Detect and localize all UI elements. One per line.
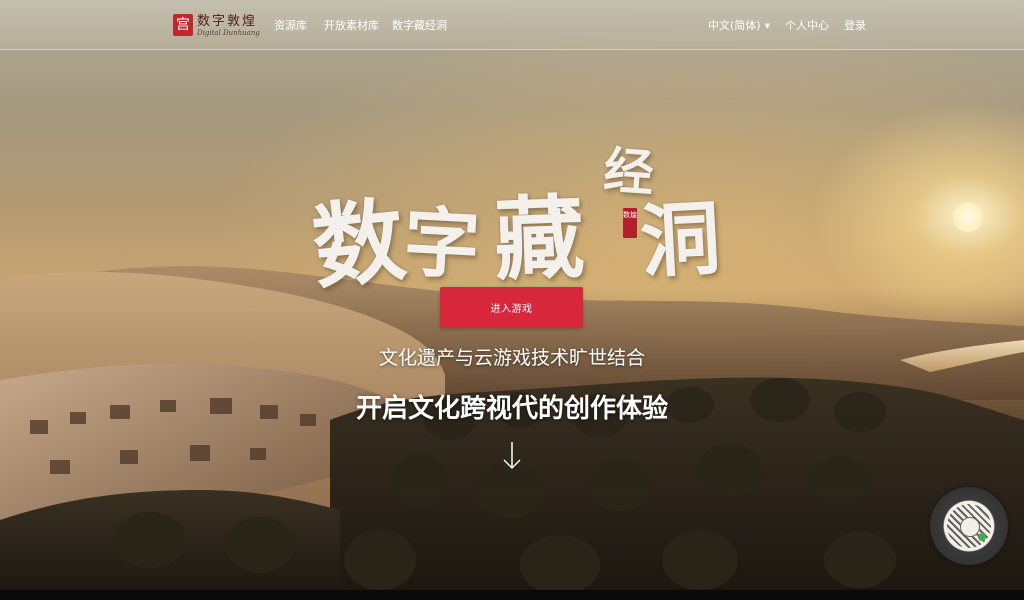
logo-title: 数字敦煌 [197,13,258,29]
calligraphy-char: 洞 [637,190,723,290]
logo-subtitle: Digital Dunhuang [197,28,260,37]
logo-text: 数字敦煌 Digital Dunhuang [197,14,260,37]
qr-code-icon[interactable] [930,487,1008,565]
language-selector[interactable]: 中文(简体) ▼ [708,17,770,33]
nav-link-user-center[interactable]: 个人中心 [785,17,829,33]
qr-center [960,517,980,537]
top-navbar: 宫 数字敦煌 Digital Dunhuang 资源库 开放素材库 数字藏经洞 … [0,0,1024,50]
logo-seal-icon: 宫 [173,14,193,36]
hero-subtitle: 文化遗产与云游戏技术旷世结合 [378,347,645,369]
enter-game-button[interactable]: 进入游戏 [440,287,583,328]
wechat-dot-icon [978,533,986,541]
calligraphy-char: 数 [307,185,411,303]
arrow-down-icon[interactable] [500,440,524,472]
calligraphy-char: 藏 [492,184,587,294]
calligraphy-seal-icon: 数煌 [623,208,637,238]
site-logo[interactable]: 宫 数字敦煌 Digital Dunhuang [173,12,260,38]
calligraphy-title: 数 字 藏 经 洞 [307,130,722,302]
nav-link-login[interactable]: 登录 [844,17,866,33]
language-label: 中文(简体) [708,19,761,32]
nav-link-resources[interactable]: 资源库 [274,17,307,33]
bottom-edge [0,590,1024,600]
nav-link-digital-library-cave[interactable]: 数字藏经洞 [392,17,447,33]
nav-link-open-materials[interactable]: 开放素材库 [324,17,379,33]
hero-headline: 开启文化跨视代的创作体验 [355,394,668,424]
calligraphy-char: 字 [401,197,482,290]
caret-down-icon: ▼ [764,22,770,30]
